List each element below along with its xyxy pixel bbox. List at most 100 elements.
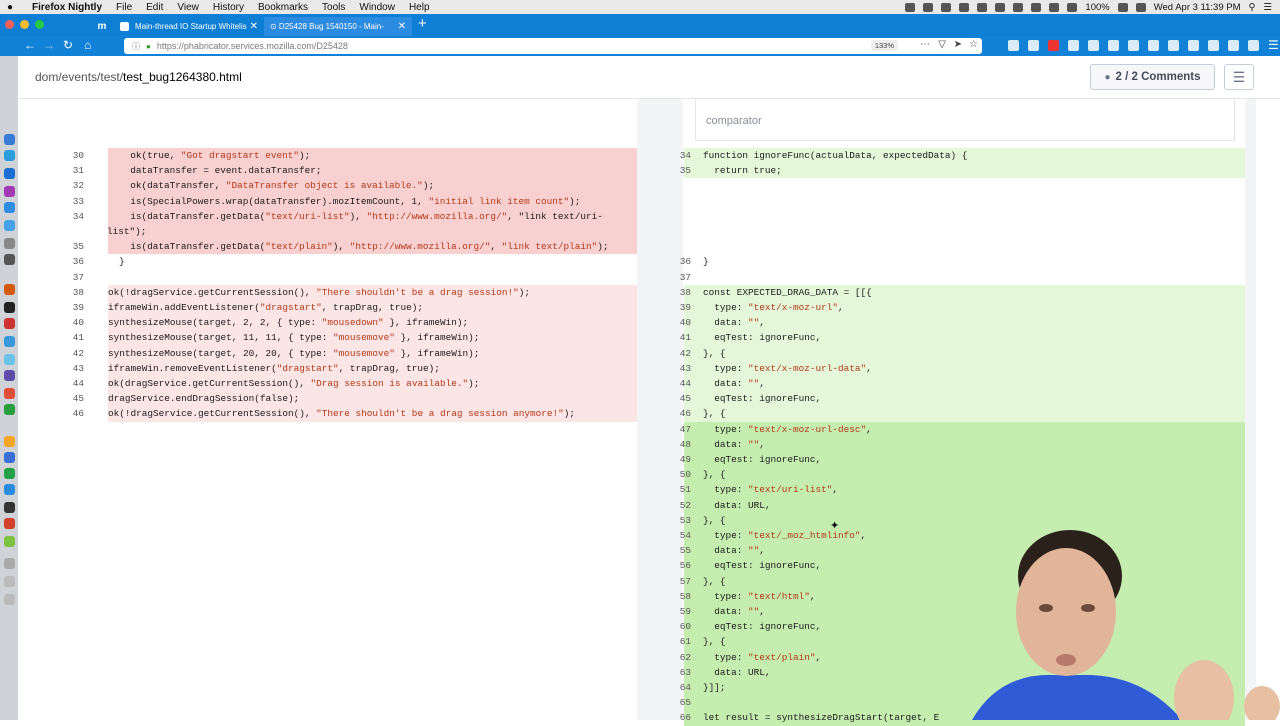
download-icon[interactable] <box>1028 40 1039 51</box>
line-number[interactable]: 46 <box>657 406 691 421</box>
site-info-icon[interactable]: ⓘ <box>132 41 140 52</box>
menu-view[interactable]: View <box>177 2 199 13</box>
dock-app-icon[interactable] <box>4 302 15 313</box>
page-actions-icon[interactable]: ⋯ <box>920 39 930 50</box>
forward-arrow-icon[interactable]: → <box>43 38 55 52</box>
flag-icon[interactable] <box>1135 2 1146 12</box>
dock-app-icon[interactable] <box>4 370 15 381</box>
file-name[interactable]: test_bug1264380.html <box>123 70 242 84</box>
line-number[interactable]: 43 <box>50 361 84 376</box>
line-number[interactable]: 65 <box>657 695 691 710</box>
menu-help[interactable]: Help <box>409 2 430 13</box>
status-icon[interactable] <box>941 2 952 12</box>
line-number[interactable]: 38 <box>657 285 691 300</box>
dock-app-icon[interactable] <box>4 318 15 329</box>
lock-icon[interactable]: ● <box>146 42 151 51</box>
line-number[interactable]: 47 <box>657 422 691 437</box>
menu-bookmarks[interactable]: Bookmarks <box>258 2 308 13</box>
dock-app-icon[interactable] <box>4 254 15 265</box>
dock-app-icon[interactable] <box>4 452 15 463</box>
line-number[interactable]: 43 <box>657 361 691 376</box>
reload-icon[interactable]: ↻ <box>63 38 73 52</box>
menu-window[interactable]: Window <box>359 2 395 13</box>
wifi-icon[interactable] <box>1067 2 1078 12</box>
comments-button[interactable]: ● 2 / 2 Comments <box>1090 64 1215 90</box>
pinned-tab[interactable]: m <box>90 17 114 36</box>
line-number[interactable]: 31 <box>50 163 84 178</box>
line-number[interactable]: 53 <box>657 513 691 528</box>
line-number[interactable]: 41 <box>657 330 691 345</box>
line-number[interactable]: 42 <box>657 346 691 361</box>
line-number[interactable]: 35 <box>50 239 84 254</box>
line-number[interactable]: 55 <box>657 543 691 558</box>
volume-icon[interactable] <box>1049 2 1060 12</box>
extension-icon[interactable] <box>1068 40 1079 51</box>
dock-app-icon[interactable] <box>4 238 15 249</box>
apple-icon[interactable]: ● <box>0 2 20 13</box>
extension-icon[interactable] <box>1128 40 1139 51</box>
line-number[interactable]: 38 <box>50 285 84 300</box>
window-close-button[interactable] <box>5 20 14 29</box>
library-icon[interactable] <box>1088 40 1099 51</box>
extension-icon[interactable] <box>1108 40 1119 51</box>
dock-app-icon[interactable] <box>4 404 15 415</box>
line-number[interactable]: 59 <box>657 604 691 619</box>
extension-icon[interactable] <box>1008 40 1019 51</box>
line-number[interactable]: 66 <box>657 710 691 725</box>
home-icon[interactable]: ⌂ <box>84 38 91 52</box>
dock-app-icon[interactable] <box>4 594 15 605</box>
line-number[interactable]: 40 <box>657 315 691 330</box>
line-number[interactable]: 52 <box>657 498 691 513</box>
line-number[interactable]: 35 <box>657 163 691 178</box>
dock-app-icon[interactable] <box>4 484 15 495</box>
dropbox-icon[interactable] <box>905 2 916 12</box>
line-number[interactable]: 39 <box>657 300 691 315</box>
tab-phabricator-d25428[interactable]: ⊙ D25428 Bug 1540150 - Main- ✕ <box>264 17 412 36</box>
line-number[interactable]: 32 <box>50 178 84 193</box>
line-number[interactable]: 37 <box>657 270 691 285</box>
dock-app-icon[interactable] <box>4 202 15 213</box>
line-number[interactable]: 30 <box>50 148 84 163</box>
tab-startup-whitelist[interactable]: Main-thread IO Startup Whitelis ✕ <box>114 17 264 36</box>
menu-edit[interactable]: Edit <box>146 2 163 13</box>
line-number[interactable]: 33 <box>50 194 84 209</box>
line-number[interactable]: 42 <box>50 346 84 361</box>
dock-app-icon[interactable] <box>4 436 15 447</box>
dock-app-icon[interactable] <box>4 536 15 547</box>
line-number[interactable]: 51 <box>657 482 691 497</box>
status-icon[interactable] <box>959 2 970 12</box>
status-icon[interactable] <box>923 2 934 12</box>
menubar-clock[interactable]: Wed Apr 3 11:39 PM <box>1154 2 1241 13</box>
line-number[interactable]: 60 <box>657 619 691 634</box>
dock-app-icon[interactable] <box>4 468 15 479</box>
status-icon[interactable] <box>995 2 1006 12</box>
line-number[interactable]: 44 <box>657 376 691 391</box>
dock-app-icon[interactable] <box>4 576 15 587</box>
line-number[interactable]: 64 <box>657 680 691 695</box>
battery-icon[interactable] <box>1117 2 1128 12</box>
line-number[interactable]: 57 <box>657 574 691 589</box>
back-arrow-icon[interactable]: ← <box>24 38 36 52</box>
window-zoom-button[interactable] <box>35 20 44 29</box>
line-number[interactable]: 48 <box>657 437 691 452</box>
dock-app-icon[interactable] <box>4 336 15 347</box>
line-number[interactable]: 36 <box>657 254 691 269</box>
dock-app-icon[interactable] <box>4 186 15 197</box>
pocket-icon[interactable]: ▽ <box>938 39 946 50</box>
extension-icon[interactable] <box>1188 40 1199 51</box>
dock-app-icon[interactable] <box>4 284 15 295</box>
dock-app-icon[interactable] <box>4 354 15 365</box>
account-icon[interactable] <box>1228 40 1239 51</box>
line-number[interactable]: 34 <box>657 148 691 163</box>
menu-history[interactable]: History <box>213 2 244 13</box>
line-number[interactable]: 62 <box>657 650 691 665</box>
dock-app-icon[interactable] <box>4 388 15 399</box>
extension-icon[interactable] <box>1248 40 1259 51</box>
dock-app-icon[interactable] <box>4 558 15 569</box>
dock-app-icon[interactable] <box>4 168 15 179</box>
line-number[interactable]: 44 <box>50 376 84 391</box>
line-number[interactable]: 54 <box>657 528 691 543</box>
status-icon[interactable] <box>977 2 988 12</box>
line-number[interactable]: 34 <box>50 209 84 224</box>
line-number[interactable]: 49 <box>657 452 691 467</box>
